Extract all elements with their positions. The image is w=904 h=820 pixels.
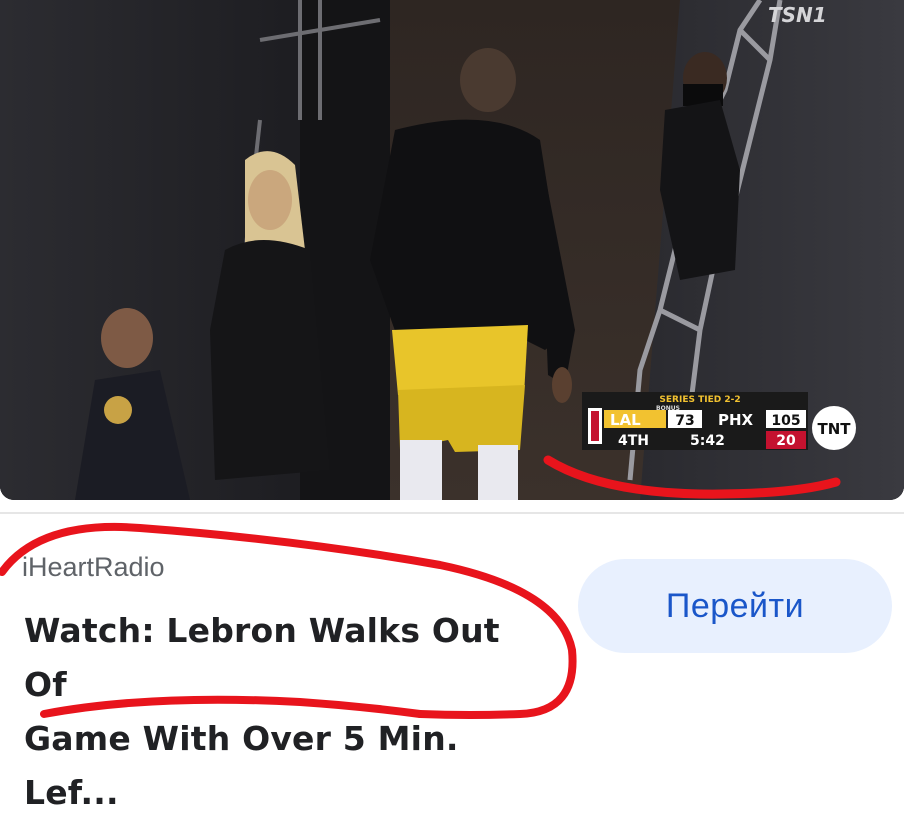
result-title-line-1: Watch: Lebron Walks Out Of [24,611,500,704]
svg-text:5:42: 5:42 [690,433,725,449]
go-button[interactable]: Перейти [578,559,892,653]
result-title-line-2: Game With Over 5 Min. Lef... [24,719,459,812]
svg-text:TNT: TNT [817,420,851,438]
video-scene: TSN1 SERIES TIED 2-2 BONUS LAL 73 PHX 10… [0,0,904,500]
svg-text:PHX: PHX [718,411,754,429]
svg-text:SERIES TIED 2-2: SERIES TIED 2-2 [659,395,740,405]
result-title[interactable]: Watch: Lebron Walks Out Of Game With Ove… [24,604,554,820]
svg-text:LAL: LAL [610,411,641,429]
tsn-logo: TSN1 [768,3,827,27]
svg-text:20: 20 [776,433,796,449]
svg-text:105: 105 [771,413,800,429]
svg-text:73: 73 [675,413,694,429]
video-thumbnail[interactable]: TSN1 SERIES TIED 2-2 BONUS LAL 73 PHX 10… [0,0,904,500]
divider [0,512,904,514]
svg-text:TSN1: TSN1 [768,3,827,27]
svg-text:4TH: 4TH [618,433,649,449]
result-source: iHeartRadio [22,552,165,582]
